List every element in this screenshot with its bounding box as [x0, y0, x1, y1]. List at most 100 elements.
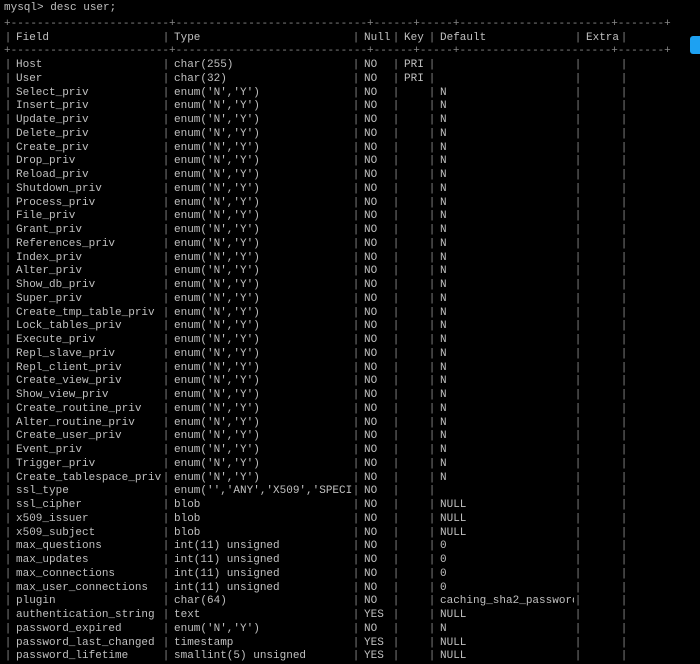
cell-key	[400, 362, 428, 376]
col-separator: |	[352, 637, 360, 651]
col-separator: |	[4, 472, 12, 486]
table-row: |password_last_changed|timestamp|YES||NU…	[4, 637, 696, 651]
cell-null: NO	[360, 417, 392, 431]
cell-field: User	[12, 73, 162, 87]
col-separator: |	[4, 155, 12, 169]
cell-default: N	[436, 100, 574, 114]
col-separator: |	[428, 197, 436, 211]
col-separator: |	[620, 293, 628, 307]
col-separator: |	[352, 293, 360, 307]
cell-key	[400, 403, 428, 417]
col-separator: |	[352, 114, 360, 128]
col-separator: |	[352, 59, 360, 73]
cell-type: enum('N','Y')	[170, 472, 352, 486]
table-row: |password_expired|enum('N','Y')|NO||N||	[4, 623, 696, 637]
cell-extra	[582, 87, 620, 101]
col-separator: |	[428, 389, 436, 403]
cell-type: enum('N','Y')	[170, 458, 352, 472]
cell-extra	[582, 265, 620, 279]
cell-type: enum('N','Y')	[170, 279, 352, 293]
table-row: |Show_view_priv|enum('N','Y')|NO||N||	[4, 389, 696, 403]
col-separator: |	[392, 485, 400, 499]
cell-type: enum('N','Y')	[170, 444, 352, 458]
cell-field: Show_db_priv	[12, 279, 162, 293]
cell-default: N	[436, 224, 574, 238]
cell-null: NO	[360, 320, 392, 334]
col-separator: |	[428, 142, 436, 156]
cell-extra	[582, 637, 620, 651]
cell-null: NO	[360, 595, 392, 609]
cell-null: NO	[360, 430, 392, 444]
table-row: |Create_user_priv|enum('N','Y')|NO||N||	[4, 430, 696, 444]
cell-default: 0	[436, 582, 574, 596]
col-separator: |	[428, 32, 436, 46]
cell-null: NO	[360, 252, 392, 266]
col-separator: |	[162, 238, 170, 252]
col-separator: |	[574, 279, 582, 293]
col-separator: |	[392, 114, 400, 128]
col-separator: |	[620, 554, 628, 568]
cell-default: N	[436, 155, 574, 169]
cell-field: References_priv	[12, 238, 162, 252]
col-separator: |	[620, 527, 628, 541]
table-row: |User|char(32)|NO|PRI|||	[4, 73, 696, 87]
col-separator: |	[620, 595, 628, 609]
col-separator: |	[352, 568, 360, 582]
col-separator: |	[162, 650, 170, 664]
cell-key	[400, 637, 428, 651]
col-separator: |	[574, 183, 582, 197]
col-separator: |	[428, 334, 436, 348]
cell-key	[400, 513, 428, 527]
col-separator: |	[392, 238, 400, 252]
cell-key: PRI	[400, 73, 428, 87]
cell-extra	[582, 430, 620, 444]
table-row: |Grant_priv|enum('N','Y')|NO||N||	[4, 224, 696, 238]
cell-key	[400, 197, 428, 211]
col-separator: |	[620, 320, 628, 334]
col-separator: |	[4, 499, 12, 513]
col-separator: |	[162, 279, 170, 293]
cell-type: blob	[170, 527, 352, 541]
cell-null: NO	[360, 348, 392, 362]
cell-key	[400, 582, 428, 596]
col-separator: |	[428, 417, 436, 431]
col-separator: |	[392, 403, 400, 417]
col-separator: |	[428, 252, 436, 266]
cell-key	[400, 472, 428, 486]
cell-default: N	[436, 348, 574, 362]
cell-type: enum('N','Y')	[170, 87, 352, 101]
col-separator: |	[162, 403, 170, 417]
col-separator: |	[428, 458, 436, 472]
col-separator: |	[392, 527, 400, 541]
col-separator: |	[428, 183, 436, 197]
cell-field: Alter_routine_priv	[12, 417, 162, 431]
col-separator: |	[392, 155, 400, 169]
col-separator: |	[4, 293, 12, 307]
cell-extra	[582, 389, 620, 403]
cell-field: max_connections	[12, 568, 162, 582]
mysql-prompt[interactable]: mysql> desc user;	[4, 2, 696, 16]
cell-null: YES	[360, 650, 392, 664]
col-separator: |	[428, 403, 436, 417]
cell-default: N	[436, 279, 574, 293]
col-separator: |	[428, 595, 436, 609]
col-separator: |	[4, 348, 12, 362]
col-separator: |	[428, 554, 436, 568]
col-separator: |	[428, 430, 436, 444]
cell-field: File_priv	[12, 210, 162, 224]
cell-key	[400, 320, 428, 334]
cell-default: NULL	[436, 527, 574, 541]
cell-extra	[582, 513, 620, 527]
cell-null: NO	[360, 100, 392, 114]
col-separator: |	[574, 609, 582, 623]
col-separator: |	[392, 265, 400, 279]
cell-type: timestamp	[170, 637, 352, 651]
cell-type: int(11) unsigned	[170, 568, 352, 582]
cell-field: password_expired	[12, 623, 162, 637]
col-separator: |	[162, 142, 170, 156]
cell-key	[400, 650, 428, 664]
table-row: |password_lifetime|smallint(5) unsigned|…	[4, 650, 696, 664]
col-separator: |	[352, 595, 360, 609]
side-tab-icon[interactable]	[690, 36, 700, 54]
cell-extra	[582, 348, 620, 362]
